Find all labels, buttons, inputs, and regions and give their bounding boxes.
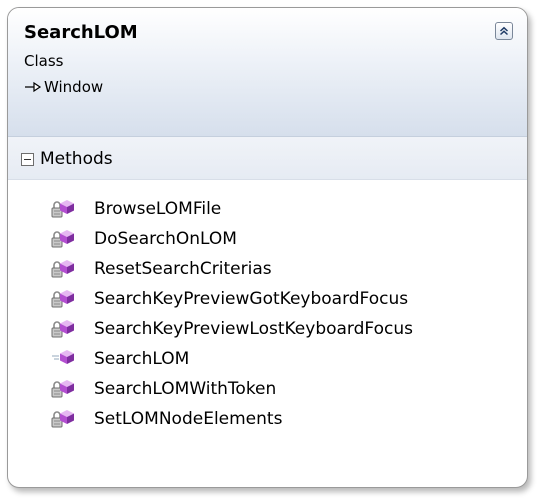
private-method-icon [51,410,74,428]
methods-section-label: Methods [40,149,113,169]
method-item[interactable]: SearchLOMWithToken [8,374,527,404]
method-name: SearchLOMWithToken [94,379,277,399]
method-name: DoSearchOnLOM [94,229,237,249]
method-name: SearchKeyPreviewLostKeyboardFocus [94,319,413,339]
class-header: SearchLOM Class Window [8,8,527,137]
method-item[interactable]: SearchKeyPreviewLostKeyboardFocus [8,314,527,344]
public-method-icon [52,350,74,364]
method-item[interactable]: ResetSearchCriterias [8,254,527,284]
private-method-icon [51,260,74,278]
private-method-icon [51,230,74,248]
double-chevron-up-icon [499,26,509,36]
method-item[interactable]: BrowseLOMFile [8,194,527,224]
private-method-icon [51,200,74,218]
inheritance-arrow-icon [25,81,42,93]
private-method-icon [51,380,74,398]
class-shape[interactable]: SearchLOM Class Window Methods BrowseLOM… [7,7,528,488]
class-kind: Class [24,52,64,70]
method-name: SetLOMNodeElements [94,409,283,429]
method-item[interactable]: SearchLOM [8,344,527,374]
method-name: SearchKeyPreviewGotKeyboardFocus [94,289,409,309]
method-name: BrowseLOMFile [94,199,222,219]
base-type-label: Window [44,78,104,96]
methods-section-header[interactable]: Methods [8,137,527,180]
method-item[interactable]: DoSearchOnLOM [8,224,527,254]
method-name: SearchLOM [94,349,190,369]
collapse-button[interactable] [495,22,513,40]
method-name: ResetSearchCriterias [94,259,272,279]
private-method-icon [51,320,74,338]
method-list: BrowseLOMFile DoSearchOnLOM ResetSearchCri… [8,194,527,434]
method-item[interactable]: SetLOMNodeElements [8,404,527,434]
private-method-icon [51,290,74,308]
class-name: SearchLOM [24,22,138,43]
base-type: Window [24,78,103,96]
method-item[interactable]: SearchKeyPreviewGotKeyboardFocus [8,284,527,314]
minus-box-icon[interactable] [21,153,34,166]
